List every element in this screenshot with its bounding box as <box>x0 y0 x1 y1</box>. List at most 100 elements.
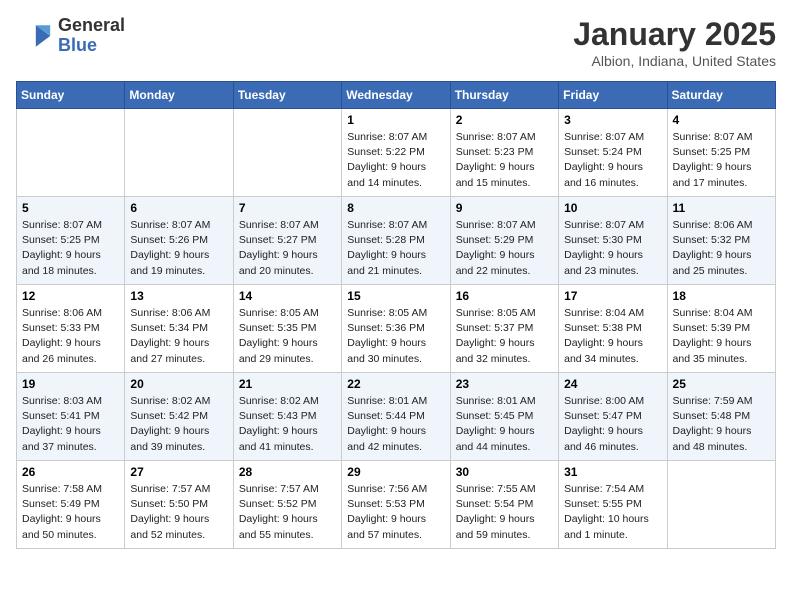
day-info: Sunrise: 7:56 AMSunset: 5:53 PMDaylight:… <box>347 482 444 543</box>
day-info: Sunrise: 8:00 AMSunset: 5:47 PMDaylight:… <box>564 394 661 455</box>
calendar-cell <box>125 109 233 197</box>
day-number: 13 <box>130 289 227 303</box>
calendar-cell: 15Sunrise: 8:05 AMSunset: 5:36 PMDayligh… <box>342 285 450 373</box>
day-number: 2 <box>456 113 553 127</box>
location-text: Albion, Indiana, United States <box>573 53 776 69</box>
calendar-cell: 12 Sunrise: 8:06 AMSunset: 5:33 PMDayligh… <box>17 285 125 373</box>
header-sunday: Sunday <box>17 82 125 109</box>
day-number: 14 <box>239 289 336 303</box>
calendar-cell: 17 Sunrise: 8:04 AMSunset: 5:38 PMDayligh… <box>559 285 667 373</box>
calendar-header-row: SundayMondayTuesdayWednesdayThursdayFrid… <box>17 82 776 109</box>
calendar-cell: 2Sunrise: 8:07 AMSunset: 5:23 PMDaylight… <box>450 109 558 197</box>
day-number: 11 <box>673 201 770 215</box>
day-info: Sunrise: 8:05 AMSunset: 5:37 PMDaylight:… <box>456 306 553 367</box>
day-number: 28 <box>239 465 336 479</box>
week-row-4: 19 Sunrise: 8:03 AMSunset: 5:41 PMDayligh… <box>17 373 776 461</box>
calendar-cell: 9 Sunrise: 8:07 AMSunset: 5:29 PMDaylight… <box>450 197 558 285</box>
day-info: Sunrise: 8:04 AMSunset: 5:38 PMDaylight:… <box>564 306 661 367</box>
day-number: 1 <box>347 113 444 127</box>
header-monday: Monday <box>125 82 233 109</box>
header-saturday: Saturday <box>667 82 775 109</box>
day-number: 23 <box>456 377 553 391</box>
day-info: Sunrise: 8:07 AMSunset: 5:24 PMDaylight:… <box>564 130 661 191</box>
day-number: 25 <box>673 377 770 391</box>
logo: General Blue <box>16 16 125 56</box>
month-title: January 2025 <box>573 16 776 53</box>
calendar-cell: 16Sunrise: 8:05 AMSunset: 5:37 PMDayligh… <box>450 285 558 373</box>
calendar-cell: 3 Sunrise: 8:07 AMSunset: 5:24 PMDaylight… <box>559 109 667 197</box>
calendar-cell <box>667 461 775 549</box>
day-number: 31 <box>564 465 661 479</box>
day-number: 6 <box>130 201 227 215</box>
calendar-cell: 21Sunrise: 8:02 AMSunset: 5:43 PMDayligh… <box>233 373 341 461</box>
logo-text: General Blue <box>58 16 125 56</box>
day-info: Sunrise: 8:07 AMSunset: 5:29 PMDaylight:… <box>456 218 553 279</box>
day-info: Sunrise: 8:07 AMSunset: 5:22 PMDaylight:… <box>347 130 444 191</box>
calendar-cell: 14Sunrise: 8:05 AMSunset: 5:35 PMDayligh… <box>233 285 341 373</box>
calendar-cell: 13 Sunrise: 8:06 AMSunset: 5:34 PMDayligh… <box>125 285 233 373</box>
day-info: Sunrise: 8:05 AMSunset: 5:36 PMDaylight:… <box>347 306 444 367</box>
day-number: 17 <box>564 289 661 303</box>
week-row-2: 5 Sunrise: 8:07 AMSunset: 5:25 PMDaylight… <box>17 197 776 285</box>
day-number: 19 <box>22 377 119 391</box>
header-wednesday: Wednesday <box>342 82 450 109</box>
week-row-1: 1 Sunrise: 8:07 AMSunset: 5:22 PMDaylight… <box>17 109 776 197</box>
header-friday: Friday <box>559 82 667 109</box>
calendar-cell: 11 Sunrise: 8:06 AMSunset: 5:32 PMDayligh… <box>667 197 775 285</box>
day-info: Sunrise: 8:06 AMSunset: 5:34 PMDaylight:… <box>130 306 227 367</box>
day-info: Sunrise: 8:02 AMSunset: 5:42 PMDaylight:… <box>130 394 227 455</box>
calendar-cell: 7Sunrise: 8:07 AMSunset: 5:27 PMDaylight… <box>233 197 341 285</box>
day-number: 3 <box>564 113 661 127</box>
title-block: January 2025 Albion, Indiana, United Sta… <box>573 16 776 69</box>
day-number: 12 <box>22 289 119 303</box>
day-info: Sunrise: 8:06 AMSunset: 5:32 PMDaylight:… <box>673 218 770 279</box>
calendar-cell: 30 Sunrise: 7:55 AMSunset: 5:54 PMDayligh… <box>450 461 558 549</box>
day-info: Sunrise: 8:03 AMSunset: 5:41 PMDaylight:… <box>22 394 119 455</box>
header-thursday: Thursday <box>450 82 558 109</box>
calendar-cell: 24 Sunrise: 8:00 AMSunset: 5:47 PMDayligh… <box>559 373 667 461</box>
calendar-cell: 6Sunrise: 8:07 AMSunset: 5:26 PMDaylight… <box>125 197 233 285</box>
day-info: Sunrise: 8:06 AMSunset: 5:33 PMDaylight:… <box>22 306 119 367</box>
calendar-cell <box>233 109 341 197</box>
day-number: 26 <box>22 465 119 479</box>
day-number: 21 <box>239 377 336 391</box>
day-number: 24 <box>564 377 661 391</box>
calendar-cell: 5 Sunrise: 8:07 AMSunset: 5:25 PMDaylight… <box>17 197 125 285</box>
logo-general-text: General <box>58 16 125 36</box>
day-info: Sunrise: 8:07 AMSunset: 5:27 PMDaylight:… <box>239 218 336 279</box>
day-info: Sunrise: 8:07 AMSunset: 5:28 PMDaylight:… <box>347 218 444 279</box>
day-number: 4 <box>673 113 770 127</box>
calendar-cell: 8Sunrise: 8:07 AMSunset: 5:28 PMDaylight… <box>342 197 450 285</box>
calendar-cell: 28 Sunrise: 7:57 AMSunset: 5:52 PMDayligh… <box>233 461 341 549</box>
calendar-cell: 25 Sunrise: 7:59 AMSunset: 5:48 PMDayligh… <box>667 373 775 461</box>
calendar-cell: 10 Sunrise: 8:07 AMSunset: 5:30 PMDayligh… <box>559 197 667 285</box>
header-tuesday: Tuesday <box>233 82 341 109</box>
day-info: Sunrise: 7:58 AMSunset: 5:49 PMDaylight:… <box>22 482 119 543</box>
calendar-table: SundayMondayTuesdayWednesdayThursdayFrid… <box>16 81 776 549</box>
day-info: Sunrise: 8:07 AMSunset: 5:30 PMDaylight:… <box>564 218 661 279</box>
day-number: 9 <box>456 201 553 215</box>
calendar-cell: 19 Sunrise: 8:03 AMSunset: 5:41 PMDayligh… <box>17 373 125 461</box>
calendar-cell: 4Sunrise: 8:07 AMSunset: 5:25 PMDaylight… <box>667 109 775 197</box>
day-number: 18 <box>673 289 770 303</box>
calendar-cell: 20 Sunrise: 8:02 AMSunset: 5:42 PMDayligh… <box>125 373 233 461</box>
day-info: Sunrise: 7:57 AMSunset: 5:50 PMDaylight:… <box>130 482 227 543</box>
calendar-cell: 22Sunrise: 8:01 AMSunset: 5:44 PMDayligh… <box>342 373 450 461</box>
calendar-cell: 1 Sunrise: 8:07 AMSunset: 5:22 PMDaylight… <box>342 109 450 197</box>
day-info: Sunrise: 7:55 AMSunset: 5:54 PMDaylight:… <box>456 482 553 543</box>
day-info: Sunrise: 8:07 AMSunset: 5:25 PMDaylight:… <box>22 218 119 279</box>
day-info: Sunrise: 8:01 AMSunset: 5:45 PMDaylight:… <box>456 394 553 455</box>
day-number: 10 <box>564 201 661 215</box>
day-number: 5 <box>22 201 119 215</box>
logo-blue-text: Blue <box>58 36 125 56</box>
day-info: Sunrise: 7:59 AMSunset: 5:48 PMDaylight:… <box>673 394 770 455</box>
day-number: 30 <box>456 465 553 479</box>
day-number: 27 <box>130 465 227 479</box>
page-header: General Blue January 2025 Albion, Indian… <box>16 16 776 69</box>
calendar-cell: 18Sunrise: 8:04 AMSunset: 5:39 PMDayligh… <box>667 285 775 373</box>
week-row-5: 26 Sunrise: 7:58 AMSunset: 5:49 PMDayligh… <box>17 461 776 549</box>
day-number: 20 <box>130 377 227 391</box>
calendar-cell <box>17 109 125 197</box>
calendar-cell: 27 Sunrise: 7:57 AMSunset: 5:50 PMDayligh… <box>125 461 233 549</box>
day-info: Sunrise: 7:57 AMSunset: 5:52 PMDaylight:… <box>239 482 336 543</box>
